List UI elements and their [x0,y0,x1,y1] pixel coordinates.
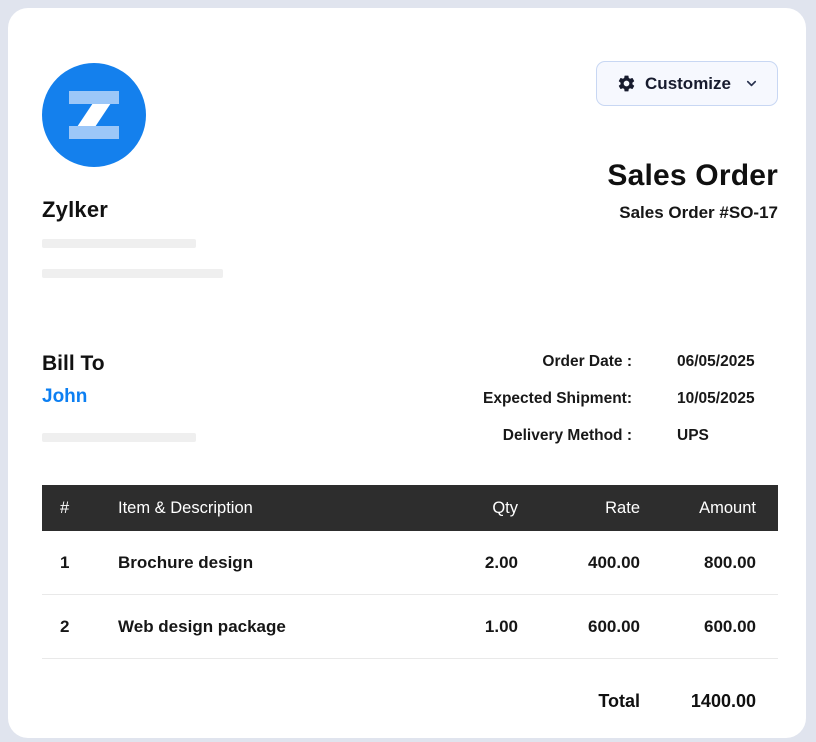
order-date-value: 06/05/2025 [677,351,778,373]
chevron-down-icon [744,76,759,91]
item-amount: 800.00 [640,553,778,573]
company-name: Zylker [42,197,223,223]
customer-address-placeholder-bar [42,433,196,442]
customize-button-label: Customize [645,74,731,94]
item-description: Web design package [118,617,398,637]
table-row: 2 Web design package 1.00 600.00 600.00 [42,595,778,659]
items-table: # Item & Description Qty Rate Amount 1 B… [42,485,778,733]
address-placeholder-bar [42,269,223,278]
order-date-label: Order Date : [448,351,632,373]
order-meta-block: Order Date : 06/05/2025 Expected Shipmen… [448,351,778,447]
delivery-method-value: UPS [677,425,778,447]
expected-shipment-label: Expected Shipment: [448,388,632,410]
expected-shipment-value: 10/05/2025 [677,388,778,410]
bill-to-block: Bill To John [42,351,196,442]
item-rate: 400.00 [518,553,640,573]
company-logo [42,63,146,167]
gear-icon [617,74,636,93]
column-header-amount: Amount [640,499,778,518]
delivery-method-label: Delivery Method : [448,425,632,447]
table-row: 1 Brochure design 2.00 400.00 800.00 [42,531,778,595]
item-rate: 600.00 [518,617,640,637]
item-number: 1 [42,553,118,573]
document-title: Sales Order [607,158,778,194]
items-table-header: # Item & Description Qty Rate Amount [42,485,778,531]
customer-name-link[interactable]: John [42,385,87,408]
column-header-description: Item & Description [118,499,398,518]
column-header-number: # [42,499,118,518]
billing-info-section: Bill To John Order Date : 06/05/2025 Exp… [8,278,806,447]
column-header-qty: Qty [398,499,518,518]
brand-column: Zylker [42,61,223,278]
total-value: 1400.00 [640,691,778,712]
total-label: Total [518,691,640,712]
total-row: Total 1400.00 [42,669,778,733]
header-section: Zylker Customize Sales Order Sales [8,8,806,278]
item-qty: 1.00 [398,617,518,637]
item-qty: 2.00 [398,553,518,573]
sales-order-card: Zylker Customize Sales Order Sales [8,8,806,738]
customize-button[interactable]: Customize [596,61,778,106]
item-number: 2 [42,617,118,637]
item-description: Brochure design [118,553,398,573]
document-number: Sales Order #SO-17 [619,203,778,223]
bill-to-heading: Bill To [42,351,196,377]
document-title-column: Customize Sales Order Sales Order #SO-17 [596,61,778,223]
zylker-logo-icon [42,63,146,167]
column-header-rate: Rate [518,499,640,518]
item-amount: 600.00 [640,617,778,637]
address-placeholder-bar [42,239,196,248]
